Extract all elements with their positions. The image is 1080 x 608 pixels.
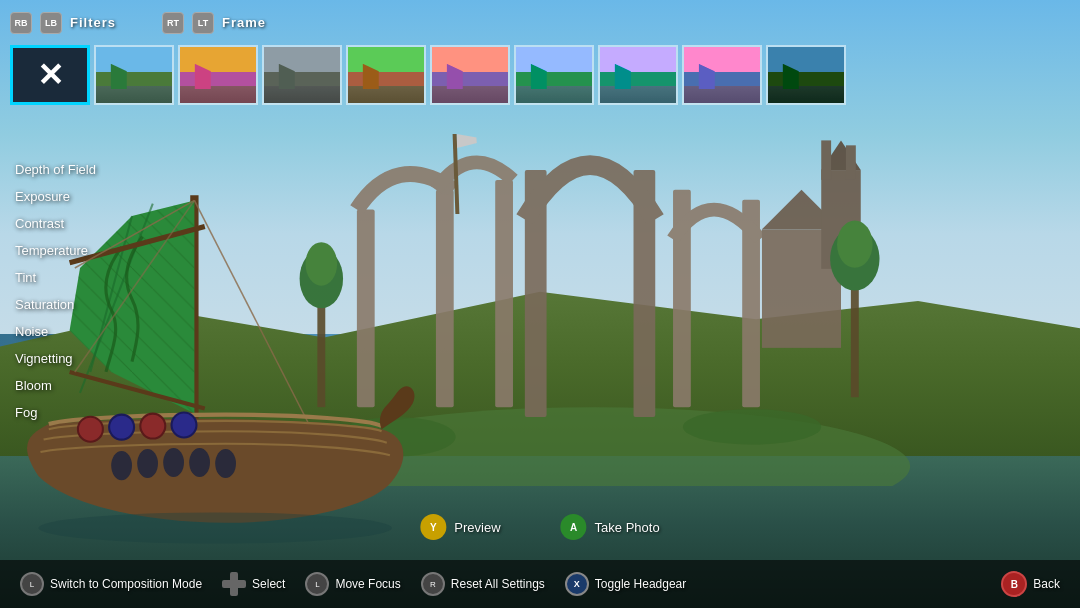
svg-point-36 xyxy=(112,451,133,480)
svg-point-35 xyxy=(172,413,197,438)
svg-rect-13 xyxy=(846,146,856,181)
svg-rect-12 xyxy=(821,141,831,181)
svg-point-32 xyxy=(78,417,103,442)
svg-point-33 xyxy=(110,415,135,440)
svg-point-41 xyxy=(39,513,393,544)
svg-point-39 xyxy=(190,448,211,477)
svg-point-38 xyxy=(164,448,185,477)
svg-rect-2 xyxy=(436,190,454,407)
svg-point-34 xyxy=(141,414,166,439)
svg-point-21 xyxy=(683,409,821,445)
svg-rect-3 xyxy=(495,180,513,407)
svg-line-30 xyxy=(195,201,309,425)
svg-point-19 xyxy=(837,221,873,268)
svg-point-37 xyxy=(138,449,159,478)
svg-point-40 xyxy=(216,449,237,478)
